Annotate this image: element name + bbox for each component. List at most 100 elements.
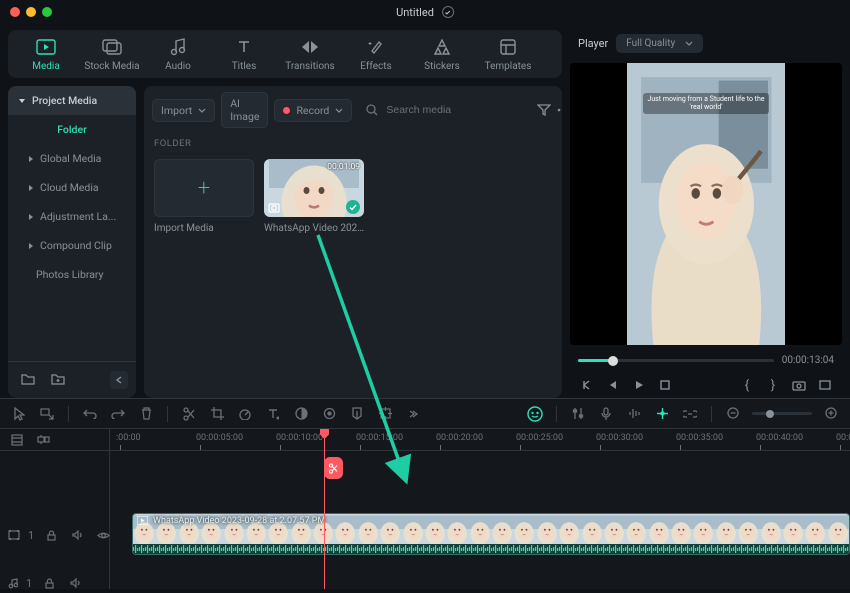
audio-sync-button[interactable] xyxy=(625,405,643,423)
magnetic-button[interactable] xyxy=(653,405,671,423)
snapshot-button[interactable] xyxy=(790,376,808,394)
mark-in-button[interactable]: { xyxy=(738,376,756,394)
caret-right-icon xyxy=(28,184,34,192)
sidebar-item-global-media[interactable]: Global Media xyxy=(8,144,136,173)
player-label: Player xyxy=(578,37,608,50)
search-icon xyxy=(366,104,378,116)
auto-ripple-button[interactable] xyxy=(34,431,52,449)
project-title-wrap: Untitled xyxy=(396,6,454,19)
playhead[interactable] xyxy=(324,429,325,589)
text-button[interactable] xyxy=(264,405,282,423)
track-mute-button[interactable] xyxy=(68,526,86,544)
mixer-button[interactable] xyxy=(569,405,587,423)
tab-label: Templates xyxy=(485,61,532,72)
import-media-tile[interactable]: + Import Media xyxy=(154,159,254,234)
tab-label: Media xyxy=(32,61,60,72)
timeline-clip[interactable]: WhatsApp Video 2023-09-28 at 2.07.57 PM xyxy=(132,513,850,555)
project-title: Untitled xyxy=(396,6,434,19)
new-folder-button[interactable] xyxy=(16,368,40,392)
tab-transitions[interactable]: Transitions xyxy=(282,36,338,72)
player-scrubber[interactable] xyxy=(578,359,774,362)
window-minimize[interactable] xyxy=(26,7,36,17)
clip-duration: 00:01:09 xyxy=(327,162,360,172)
chevron-down-icon xyxy=(685,41,693,46)
chevron-down-icon xyxy=(198,108,206,113)
audio-icon xyxy=(167,36,189,58)
tab-titles[interactable]: Titles xyxy=(216,36,272,72)
tab-effects[interactable]: Effects xyxy=(348,36,404,72)
prev-frame-button[interactable] xyxy=(578,376,596,394)
titlebar: Untitled xyxy=(0,0,850,24)
mark-out-button[interactable]: } xyxy=(764,376,782,394)
track-motion-button[interactable] xyxy=(376,405,394,423)
tab-label: Stickers xyxy=(424,61,460,72)
keyframe-button[interactable] xyxy=(320,405,338,423)
tab-stock-media[interactable]: Stock Media xyxy=(84,36,140,72)
titles-icon xyxy=(233,36,255,58)
window-close[interactable] xyxy=(10,7,20,17)
browser-header: FOLDER xyxy=(154,136,552,159)
tab-label: Effects xyxy=(360,61,391,72)
scissors-icon xyxy=(329,463,338,474)
timeline-ruler[interactable]: :00:0000:00:05:0000:00:10:0000:00:15:000… xyxy=(110,429,850,451)
tab-label: Stock Media xyxy=(84,61,139,72)
record-dot-icon xyxy=(283,107,290,114)
audio-track-header: 1 xyxy=(0,573,92,593)
sidebar-item-adjustment-layer[interactable]: Adjustment La... xyxy=(8,202,136,231)
new-folder-plus-button[interactable] xyxy=(46,368,70,392)
import-dropdown[interactable]: Import xyxy=(152,99,215,122)
timeline-tracks[interactable]: :00:0000:00:05:0000:00:10:0000:00:15:000… xyxy=(110,429,850,589)
search-wrap xyxy=(358,99,531,121)
playhead-handle[interactable] xyxy=(324,457,343,479)
pointer-tool[interactable] xyxy=(10,405,28,423)
zoom-in-button[interactable] xyxy=(822,405,840,423)
zoom-slider[interactable] xyxy=(752,412,812,415)
stop-button[interactable] xyxy=(656,376,674,394)
filter-button[interactable] xyxy=(537,98,551,122)
sidebar-folder[interactable]: Folder xyxy=(8,115,136,144)
play-backward-button[interactable] xyxy=(604,376,622,394)
quality-select[interactable]: Full Quality xyxy=(616,34,703,53)
tracks-settings-button[interactable] xyxy=(8,431,26,449)
audio-lock-button[interactable] xyxy=(40,574,58,592)
play-button[interactable] xyxy=(630,376,648,394)
search-input[interactable] xyxy=(384,103,523,117)
color-button[interactable] xyxy=(292,405,310,423)
fullscreen-button[interactable] xyxy=(816,376,834,394)
marker-button[interactable] xyxy=(348,405,366,423)
zoom-out-button[interactable] xyxy=(724,405,742,423)
ai-image-button[interactable]: AI Image xyxy=(221,92,268,128)
sidebar-item-photos-library[interactable]: Photos Library xyxy=(8,260,136,289)
video-track-header: 1 xyxy=(0,523,120,547)
media-clip-tile[interactable]: 00:01:09 WhatsApp Video 202... xyxy=(264,159,364,234)
collapse-sidebar-button[interactable] xyxy=(110,371,128,389)
video-track-icon xyxy=(8,530,20,540)
sidebar-item-cloud-media[interactable]: Cloud Media xyxy=(8,173,136,202)
tab-audio[interactable]: Audio xyxy=(150,36,206,72)
split-button[interactable] xyxy=(180,405,198,423)
sidebar-project-media[interactable]: Project Media xyxy=(8,86,136,115)
tab-stickers[interactable]: Stickers xyxy=(414,36,470,72)
effects-icon xyxy=(365,36,387,58)
speed-button[interactable] xyxy=(236,405,254,423)
track-lock-button[interactable] xyxy=(42,526,60,544)
more-tools-button[interactable] xyxy=(404,405,422,423)
link-button[interactable] xyxy=(681,405,699,423)
delete-button[interactable] xyxy=(137,405,155,423)
player-timecode: 00:00:13:04 xyxy=(782,355,834,366)
ai-button[interactable] xyxy=(526,405,544,423)
crop-button[interactable] xyxy=(208,405,226,423)
mic-button[interactable] xyxy=(597,405,615,423)
more-button[interactable] xyxy=(557,98,562,122)
media-sidebar: Project Media Folder Global Media Cloud … xyxy=(8,86,136,398)
tab-templates[interactable]: Templates xyxy=(480,36,536,72)
tab-media[interactable]: Media xyxy=(18,36,74,72)
audio-mute-button[interactable] xyxy=(66,574,84,592)
window-zoom[interactable] xyxy=(42,7,52,17)
undo-button[interactable] xyxy=(81,405,99,423)
record-dropdown[interactable]: Record xyxy=(274,99,352,122)
player-preview[interactable]: Just moving from a Student life to the '… xyxy=(570,63,842,345)
redo-button[interactable] xyxy=(109,405,127,423)
select-tool[interactable] xyxy=(38,405,56,423)
sidebar-item-compound-clip[interactable]: Compound Clip xyxy=(8,231,136,260)
